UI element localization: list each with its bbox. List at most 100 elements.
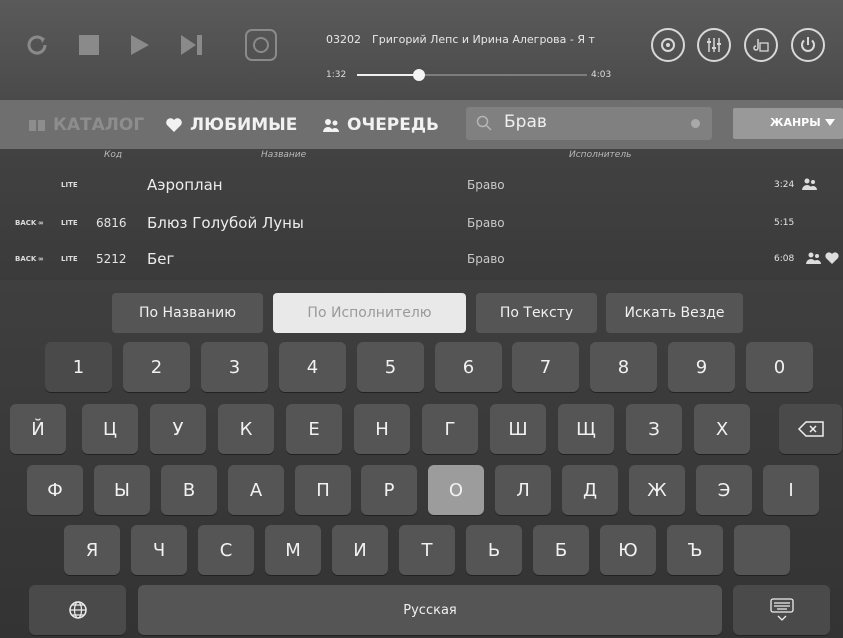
- progress-slider[interactable]: [357, 69, 587, 81]
- key[interactable]: З: [626, 404, 682, 454]
- key[interactable]: Ц: [82, 404, 138, 454]
- search-by-artist-button[interactable]: По Исполнителю: [273, 293, 466, 333]
- globe-key[interactable]: [29, 585, 126, 635]
- column-code-header: Код: [104, 150, 123, 160]
- equalizer-icon[interactable]: [697, 28, 731, 62]
- power-icon[interactable]: [791, 28, 825, 62]
- space-key[interactable]: Русская: [138, 585, 722, 635]
- table-row[interactable]: LITE Аэроплан Браво 3:24: [0, 169, 843, 200]
- search-by-name-button[interactable]: По Названию: [112, 293, 263, 333]
- backspace-icon: [797, 421, 824, 437]
- next-icon[interactable]: [178, 32, 206, 58]
- duet-icon: ∞: [38, 218, 44, 227]
- key[interactable]: Б: [533, 525, 589, 575]
- key[interactable]: 8: [590, 342, 657, 392]
- lite-icon: LITE: [61, 254, 78, 263]
- search-input[interactable]: Брав: [466, 107, 712, 140]
- back-icon: BACK: [15, 254, 37, 263]
- key[interactable]: У: [150, 404, 206, 454]
- search-by-text-button[interactable]: По Тексту: [476, 293, 597, 333]
- key[interactable]: Н: [354, 404, 410, 454]
- key[interactable]: Ы: [94, 465, 150, 515]
- key[interactable]: Э: [696, 465, 752, 515]
- key[interactable]: В: [161, 465, 217, 515]
- row-duration: 6:08: [774, 253, 795, 264]
- time-elapsed: 1:32: [326, 70, 347, 80]
- queue-icon[interactable]: [806, 252, 822, 264]
- heart-icon[interactable]: [825, 252, 839, 264]
- blank-key[interactable]: [734, 525, 790, 575]
- tab-catalog[interactable]: КАТАЛОГ: [28, 100, 144, 149]
- key[interactable]: І: [763, 465, 819, 515]
- key[interactable]: 0: [746, 342, 813, 392]
- search-everywhere-button[interactable]: Искать Везде: [606, 293, 743, 333]
- row-artist: Браво: [467, 215, 505, 230]
- row-duration: 5:15: [774, 217, 795, 228]
- key[interactable]: 6: [435, 342, 502, 392]
- key[interactable]: Ш: [490, 404, 546, 454]
- key[interactable]: 9: [668, 342, 735, 392]
- key[interactable]: Ч: [131, 525, 187, 575]
- record-icon[interactable]: [243, 27, 279, 63]
- vocal-icon[interactable]: [651, 28, 685, 62]
- key[interactable]: Ф: [27, 465, 83, 515]
- column-artist-header: Исполнитель: [569, 150, 632, 160]
- play-icon[interactable]: [126, 32, 152, 58]
- tab-catalog-label: КАТАЛОГ: [53, 114, 145, 135]
- key[interactable]: 1: [45, 342, 112, 392]
- key[interactable]: Д: [562, 465, 618, 515]
- globe-icon: [68, 601, 87, 619]
- key[interactable]: Й: [10, 404, 66, 454]
- refresh-icon[interactable]: [22, 30, 52, 60]
- key[interactable]: Е: [286, 404, 342, 454]
- lite-icon: LITE: [61, 218, 78, 227]
- genres-dropdown[interactable]: ЖАНРЫ: [733, 108, 843, 139]
- tab-favorites[interactable]: ЛЮБИМЫЕ: [165, 100, 297, 149]
- key[interactable]: Л: [495, 465, 551, 515]
- row-name: Бег: [147, 249, 175, 268]
- row-artist: Браво: [467, 251, 505, 266]
- tab-queue[interactable]: ОЧЕРЕДЬ: [322, 100, 439, 149]
- queue-icon[interactable]: [802, 178, 818, 190]
- lite-icon: LITE: [61, 180, 78, 189]
- player-bar: 03202 Григорий Лепс и Ирина Алегрова - Я…: [0, 0, 843, 100]
- key[interactable]: Щ: [558, 404, 614, 454]
- key[interactable]: А: [228, 465, 284, 515]
- table-row[interactable]: BACK ∞ LITE 6816 Блюз Голубой Луны Браво…: [0, 207, 843, 238]
- key[interactable]: Ь: [466, 525, 522, 575]
- key[interactable]: Т: [399, 525, 455, 575]
- row-artist: Браво: [467, 177, 505, 192]
- key[interactable]: П: [295, 465, 351, 515]
- stop-icon[interactable]: [76, 32, 102, 58]
- hide-keyboard-key[interactable]: [733, 585, 830, 635]
- key[interactable]: М: [265, 525, 321, 575]
- key[interactable]: Г: [422, 404, 478, 454]
- table-row[interactable]: BACK ∞ LITE 5212 Бег Браво 6:08: [0, 243, 843, 274]
- key[interactable]: И: [332, 525, 388, 575]
- playlist-repeat-icon[interactable]: [744, 28, 778, 62]
- key[interactable]: Х: [694, 404, 750, 454]
- key[interactable]: 4: [279, 342, 346, 392]
- column-name-header: Название: [261, 150, 307, 160]
- key[interactable]: 5: [357, 342, 424, 392]
- progress-fill: [357, 74, 420, 76]
- chevron-down-icon: [825, 119, 835, 126]
- clear-icon[interactable]: [691, 119, 700, 128]
- key[interactable]: Р: [361, 465, 417, 515]
- key[interactable]: С: [198, 525, 254, 575]
- progress-knob[interactable]: [413, 69, 426, 81]
- row-code: 6816: [96, 215, 127, 230]
- key[interactable]: Ю: [600, 525, 656, 575]
- heart-icon: [166, 117, 182, 132]
- track-title: Григорий Лепс и Ирина Алегрова - Я т: [372, 33, 595, 46]
- key[interactable]: Ъ: [667, 525, 723, 575]
- key[interactable]: Я: [64, 525, 120, 575]
- key[interactable]: Ж: [629, 465, 685, 515]
- time-total: 4:03: [591, 70, 612, 80]
- key[interactable]: 7: [512, 342, 579, 392]
- key[interactable]: О: [428, 465, 484, 515]
- key[interactable]: 2: [123, 342, 190, 392]
- backspace-key[interactable]: [779, 404, 842, 454]
- key[interactable]: 3: [201, 342, 268, 392]
- key[interactable]: К: [218, 404, 274, 454]
